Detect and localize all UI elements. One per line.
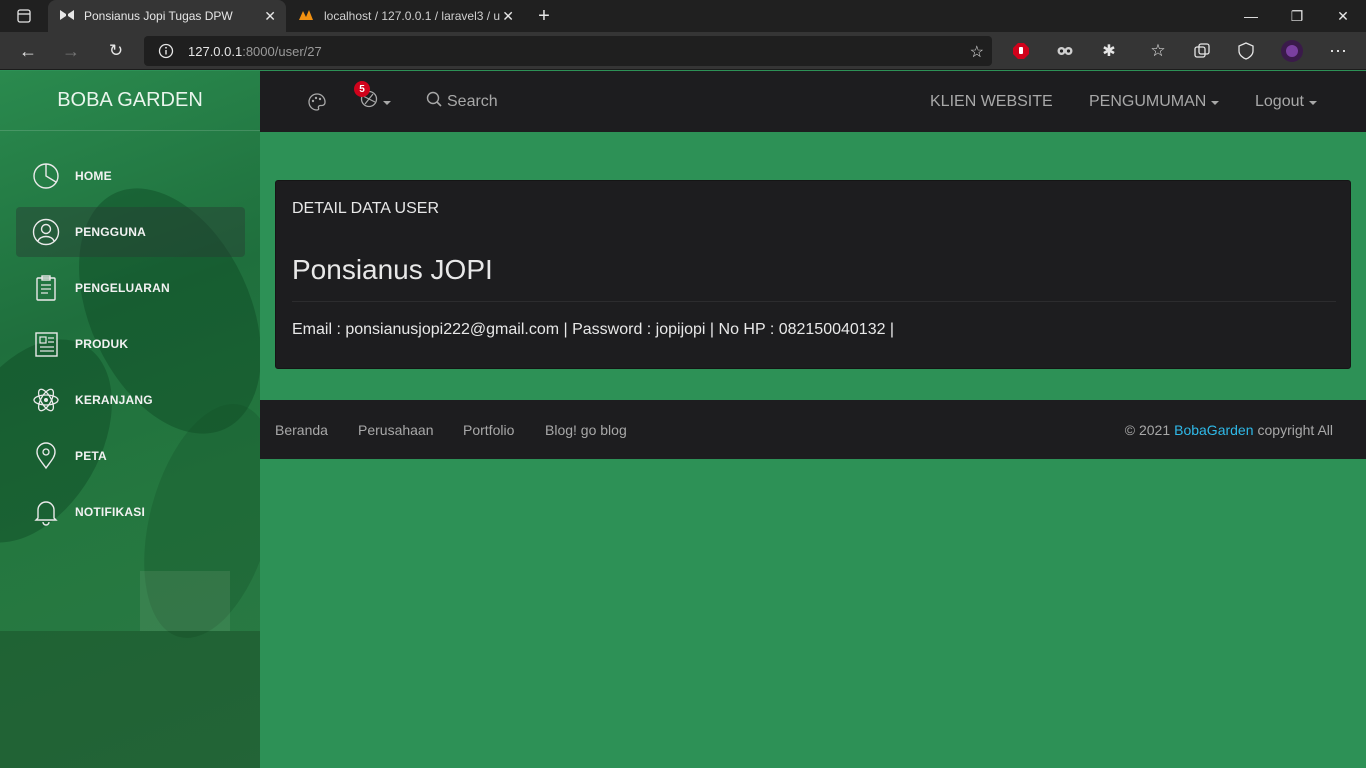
tab-actions-icon[interactable] [12,4,36,28]
sidebar-item-peta[interactable]: PETA [16,431,245,481]
extension-owl-icon[interactable] [1053,39,1077,63]
profile-avatar[interactable] [1280,39,1304,63]
search-label: Search [447,92,498,110]
back-icon[interactable]: ← [16,39,40,63]
new-tab-icon[interactable]: + [532,4,556,28]
sidebar: BOBA GARDEN HOME PENGGUNA PENGELUARAN PR… [0,71,260,768]
url-host: 127.0.0.1 [188,44,243,59]
newspaper-icon [31,329,61,359]
nav-label: PENGUMUMAN [1089,92,1207,110]
tab-phpmyadmin[interactable]: localhost / 127.0.0.1 / laravel3 / u ✕ [288,0,524,32]
tab-close-icon[interactable]: ✕ [264,8,276,25]
sidebar-item-label: KERANJANG [75,393,153,407]
sidebar-item-notifikasi[interactable]: NOTIFIKASI [16,487,245,537]
nav-label: KLIEN WEBSITE [930,92,1053,110]
tab-close-icon[interactable]: ✕ [502,8,514,25]
sidebar-item-label: NOTIFIKASI [75,505,145,519]
url-input[interactable]: 127.0.0.1:8000/user/27 ☆ [144,36,992,66]
sidebar-item-label: PENGGUNA [75,225,146,239]
minimize-icon[interactable]: — [1228,0,1274,32]
tab-ponsianus[interactable]: Ponsianus Jopi Tugas DPW ✕ [48,0,286,32]
restore-icon[interactable]: ❐ [1274,0,1320,32]
sidebar-item-keranjang[interactable]: KERANJANG [16,375,245,425]
copyright-brand-link[interactable]: BobaGarden [1174,422,1253,438]
sidebar-item-label: PRODUK [75,337,129,351]
collections-icon[interactable] [1190,39,1214,63]
info-icon[interactable] [158,43,174,64]
extensions-icon[interactable]: ✱ [1097,39,1121,63]
url-text: 127.0.0.1:8000/user/27 [188,44,322,59]
bow-tie-icon [60,9,74,23]
pie-chart-icon [31,161,61,191]
url-path: :8000/user/27 [242,44,322,59]
top-navbar: Search KLIEN WEBSITE PENGUMUMAN Logout [260,71,1366,132]
user-icon [31,217,61,247]
phpmyadmin-icon [298,9,314,24]
nav-logout-dropdown[interactable]: Logout [1255,71,1317,132]
search-icon [426,91,442,112]
browser-tab-bar: Ponsianus Jopi Tugas DPW ✕ localhost / 1… [0,0,1366,32]
forward-icon[interactable]: → [59,39,83,63]
chevron-down-icon [1308,100,1317,105]
footer-link-perusahaan[interactable]: Perusahaan [358,400,434,459]
sidebar-item-produk[interactable]: PRODUK [16,319,245,369]
footer-link-blog[interactable]: Blog! go blog [545,400,627,459]
map-pin-icon [31,441,61,471]
card-title: DETAIL DATA USER [292,200,439,217]
close-window-icon[interactable]: ✕ [1320,0,1366,32]
tab-title: Ponsianus Jopi Tugas DPW [84,9,233,23]
browser-address-bar: ← → ↻ 127.0.0.1:8000/user/27 ☆ ✱ ☆ ⋯ [0,32,1366,70]
sidebar-item-label: PETA [75,449,107,463]
notification-badge: 5 [354,81,370,97]
notification-dropdown[interactable] [360,71,391,132]
adblock-icon[interactable] [1009,39,1033,63]
brand-title[interactable]: BOBA GARDEN [0,71,260,131]
footer-link-portfolio[interactable]: Portfolio [463,400,514,459]
nav-label: Logout [1255,92,1304,110]
copyright-prefix: © 2021 [1124,421,1171,438]
reload-icon[interactable]: ↻ [104,39,128,63]
sidebar-item-label: PENGELUARAN [75,281,170,295]
copyright-suffix: copyright All [1257,421,1333,438]
footer-link-beranda[interactable]: Beranda [275,400,328,459]
favorites-icon[interactable]: ☆ [1146,39,1170,63]
sidebar-item-pengeluaran[interactable]: PENGELUARAN [16,263,245,313]
floor-decoration [0,631,260,768]
search-link[interactable]: Search [426,71,498,132]
divider [292,301,1336,302]
browser-essentials-icon[interactable] [1234,39,1258,63]
clipboard-icon [31,273,61,303]
more-options-icon[interactable]: ⋯ [1326,39,1350,63]
nav-pengumuman-dropdown[interactable]: PENGUMUMAN [1089,71,1220,132]
sidebar-item-home[interactable]: HOME [16,151,245,201]
user-info: Email : ponsianusjopi222@gmail.com | Pas… [292,321,895,338]
user-detail-card: DETAIL DATA USER Ponsianus JOPI Email : … [275,180,1351,369]
chevron-down-icon [383,100,391,105]
user-name: Ponsianus JOPI [292,254,493,285]
sidebar-item-pengguna[interactable]: PENGGUNA [16,207,245,257]
tab-title: localhost / 127.0.0.1 / laravel3 / u [324,9,501,23]
palette-icon[interactable] [308,71,326,132]
chevron-down-icon [1211,100,1220,105]
atom-icon [31,385,61,415]
footer: Beranda Perusahaan Portfolio Blog! go bl… [260,400,1366,459]
bell-icon [31,497,61,527]
table-decoration [140,571,230,631]
add-favorite-icon[interactable]: ☆ [970,42,984,62]
sidebar-item-label: HOME [75,169,112,183]
nav-klien-website[interactable]: KLIEN WEBSITE [930,71,1053,132]
footer-copyright: © 2021 BobaGarden copyright All [1125,400,1333,459]
